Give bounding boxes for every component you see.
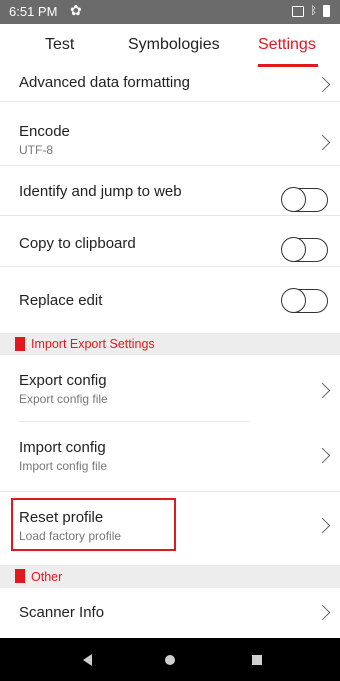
row-encode[interactable]: Encode UTF-8 [0,102,340,166]
home-icon[interactable] [165,655,175,665]
row-identify-jump-web[interactable]: Identify and jump to web [0,166,340,216]
row-subtitle: Import config file [19,459,108,473]
row-copy-to-clipboard[interactable]: Copy to clipboard [0,216,340,267]
row-title: Import config [19,439,106,456]
highlight-box [11,498,176,551]
chevron-right-icon [314,517,331,534]
row-replace-edit[interactable]: Replace edit [0,267,340,333]
toggle-knob [281,288,306,313]
row-advanced-data-formatting[interactable]: Advanced data formatting [0,68,340,102]
tab-settings[interactable]: Settings [258,36,316,54]
chevron-right-icon [314,604,331,621]
row-title: Advanced data formatting [19,74,190,91]
active-tab-indicator [258,64,318,67]
replace-edit-toggle[interactable] [281,288,328,313]
section-label: Other [31,570,63,584]
section-header-import-export: Import Export Settings [0,333,340,355]
chevron-right-icon [314,447,331,464]
tab-symbologies[interactable]: Symbologies [128,36,220,54]
row-title: Encode [19,123,70,140]
bluetooth-icon: ᛒ [310,5,317,17]
row-title: Scanner Info [19,604,105,621]
chevron-right-icon [314,382,331,399]
status-bar: 6:51 PM ✿ ᛒ [0,0,340,24]
row-scanner-info[interactable]: Scanner Info [0,588,340,638]
row-title: Copy to clipboard [19,235,136,252]
copy-to-clipboard-toggle[interactable] [281,237,328,262]
section-label: Import Export Settings [31,337,155,351]
chevron-right-icon [314,134,331,151]
navigation-bar [0,638,340,681]
row-title: Identify and jump to web [19,183,182,200]
battery-icon [323,5,330,17]
status-time: 6:51 PM [9,4,58,19]
status-icons: ᛒ [292,5,330,17]
tab-bar: Test Symbologies Settings [0,24,340,68]
identify-jump-web-toggle[interactable] [281,187,328,212]
recents-icon[interactable] [252,655,262,665]
row-subtitle: UTF-8 [19,143,53,157]
section-marker [15,337,25,351]
tab-test[interactable]: Test [45,36,74,54]
chevron-right-icon [314,76,331,93]
section-marker [15,569,25,583]
row-export-config[interactable]: Export config Export config file [0,355,340,421]
gear-icon: ✿ [70,2,82,18]
toggle-knob [281,187,306,212]
row-import-config[interactable]: Import config Import config file [0,422,340,492]
toggle-knob [281,237,306,262]
row-title: Replace edit [19,292,103,309]
settings-list[interactable]: Advanced data formatting Encode UTF-8 Id… [0,68,340,638]
row-title: Export config [19,372,107,389]
screenshot-icon [292,5,305,17]
back-icon[interactable] [83,654,92,666]
section-header-other: Other [0,565,340,588]
row-subtitle: Export config file [19,392,108,406]
